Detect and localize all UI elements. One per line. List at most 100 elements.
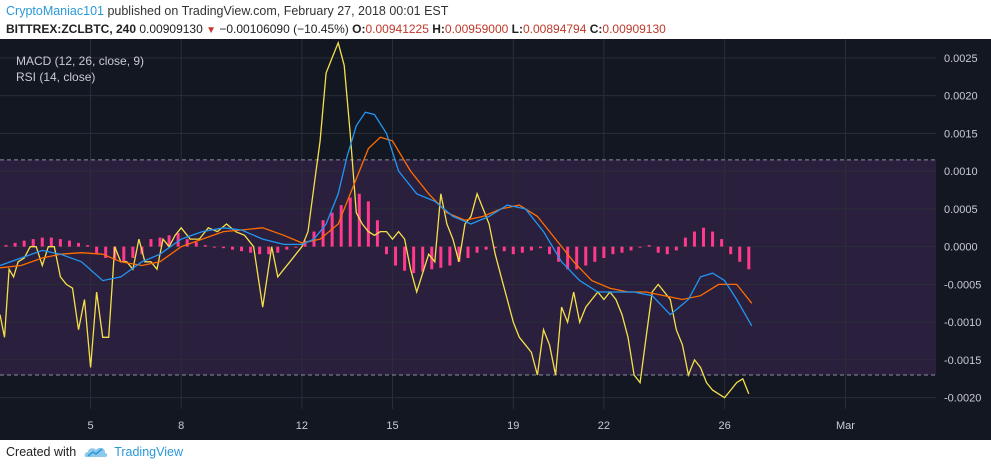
histogram-bar: [611, 246, 615, 255]
rsi-band: [0, 159, 936, 376]
histogram-bar: [520, 246, 524, 253]
y-tick-label: 0.0025: [944, 53, 978, 65]
y-tick-label: 0.0015: [944, 128, 978, 140]
histogram-bar: [285, 246, 289, 250]
histogram-bar: [122, 246, 126, 262]
y-tick-label: 0.0010: [944, 166, 978, 178]
histogram-bar: [403, 246, 407, 271]
histogram-bar: [67, 240, 71, 247]
histogram-bar: [620, 246, 624, 253]
close-value: 0.00909130: [602, 22, 666, 36]
histogram-bar: [131, 246, 135, 258]
y-tick-label: -0.0020: [944, 393, 981, 405]
histogram-bar: [747, 246, 751, 270]
histogram-bar: [629, 246, 633, 251]
macd-legend[interactable]: MACD (12, 26, close, 9): [16, 53, 144, 69]
histogram-bar: [258, 246, 262, 255]
histogram-bar: [538, 246, 542, 249]
histogram-bar: [593, 246, 597, 262]
histogram-bar: [58, 239, 62, 247]
histogram-bar: [158, 237, 162, 247]
y-tick-label: -0.0015: [944, 355, 981, 367]
y-tick-label: 0.0005: [944, 204, 978, 216]
histogram-bar: [22, 240, 26, 247]
down-arrow-icon: ▼: [206, 25, 217, 36]
x-tick-label: 12: [296, 420, 308, 432]
histogram-bar: [484, 246, 488, 250]
histogram-bar: [511, 246, 515, 255]
high-value: 0.00959000: [444, 22, 509, 36]
last-price: 0.00909130: [139, 22, 203, 36]
histogram-bar: [240, 246, 244, 252]
histogram-bar: [683, 237, 687, 247]
author-link[interactable]: CryptoManiac101: [6, 4, 104, 18]
histogram-bar: [720, 239, 724, 247]
histogram-bar: [276, 246, 280, 253]
publish-line: CryptoManiac101 published on TradingView…: [6, 4, 448, 18]
histogram-bar: [384, 246, 388, 255]
rsi-legend[interactable]: RSI (14, close): [16, 69, 144, 85]
histogram-bar: [267, 246, 271, 255]
open-label: O:: [352, 22, 366, 36]
low-label: L:: [511, 22, 523, 36]
histogram-bar: [4, 245, 8, 247]
indicator-chart[interactable]: 0.0025 0.0020 0.0015 0.0010 0.0005 0.0000 -0.0…: [0, 39, 991, 440]
y-tick-label: 0.0000: [944, 242, 978, 254]
footer: Created with TradingView: [6, 445, 183, 459]
histogram-bar: [321, 220, 325, 247]
histogram-bar: [40, 237, 44, 247]
histogram-bar: [13, 242, 17, 247]
histogram-bar: [49, 237, 53, 247]
histogram-bar: [638, 246, 642, 248]
histogram-bar: [221, 246, 225, 249]
histogram-bar: [738, 246, 742, 262]
histogram-bar: [448, 246, 452, 266]
histogram-bar: [702, 227, 706, 247]
tradingview-link[interactable]: TradingView: [114, 445, 183, 459]
histogram-bar: [548, 246, 552, 255]
histogram-bar: [529, 246, 533, 251]
histogram-bar: [692, 231, 696, 247]
chart-legend: MACD (12, 26, close, 9) RSI (14, close): [16, 53, 144, 85]
symbol-line: BITTREX:ZCLBTC, 240 0.00909130 ▼ −0.0010…: [6, 22, 666, 36]
open-value: 0.00941225: [365, 22, 429, 36]
histogram-bar: [674, 246, 678, 251]
histogram-bar: [475, 246, 479, 253]
created-with-label: Created with: [6, 445, 77, 459]
histogram-bar: [729, 246, 733, 255]
histogram-bar: [194, 242, 198, 247]
histogram-bar: [149, 239, 153, 247]
symbol-name: BITTREX:ZCLBTC, 240: [6, 22, 137, 36]
x-tick-label: 19: [507, 420, 519, 432]
x-tick-label: 8: [178, 420, 184, 432]
histogram-bar: [394, 246, 398, 266]
histogram-bar: [212, 246, 216, 248]
x-tick-label: 22: [598, 420, 610, 432]
histogram-bar: [366, 201, 370, 247]
histogram-bar: [566, 246, 570, 270]
x-tick-label: 15: [386, 420, 398, 432]
histogram-bar: [339, 205, 343, 247]
histogram-bar: [348, 197, 352, 247]
histogram-bar: [665, 246, 669, 255]
histogram-bar: [203, 245, 207, 247]
low-value: 0.00894794: [523, 22, 587, 36]
histogram-bar: [466, 246, 470, 258]
histogram-bar: [249, 246, 253, 253]
y-tick-label: -0.0005: [944, 279, 981, 291]
histogram-bar: [439, 246, 443, 268]
histogram-bar: [230, 246, 234, 250]
publish-info: published on TradingView.com, February 2…: [103, 4, 449, 18]
y-tick-label: -0.0010: [944, 317, 981, 329]
histogram-bar: [656, 246, 660, 253]
x-tick-label: Mar: [836, 420, 855, 432]
histogram-bar: [412, 246, 416, 274]
histogram-bar: [602, 246, 606, 258]
histogram-bar: [294, 246, 298, 248]
histogram-bar: [31, 239, 35, 247]
histogram-bar: [86, 245, 90, 247]
tradingview-logo-icon[interactable]: [84, 445, 108, 459]
histogram-bar: [584, 246, 588, 266]
histogram-bar: [647, 245, 651, 247]
x-tick-label: 5: [88, 420, 94, 432]
